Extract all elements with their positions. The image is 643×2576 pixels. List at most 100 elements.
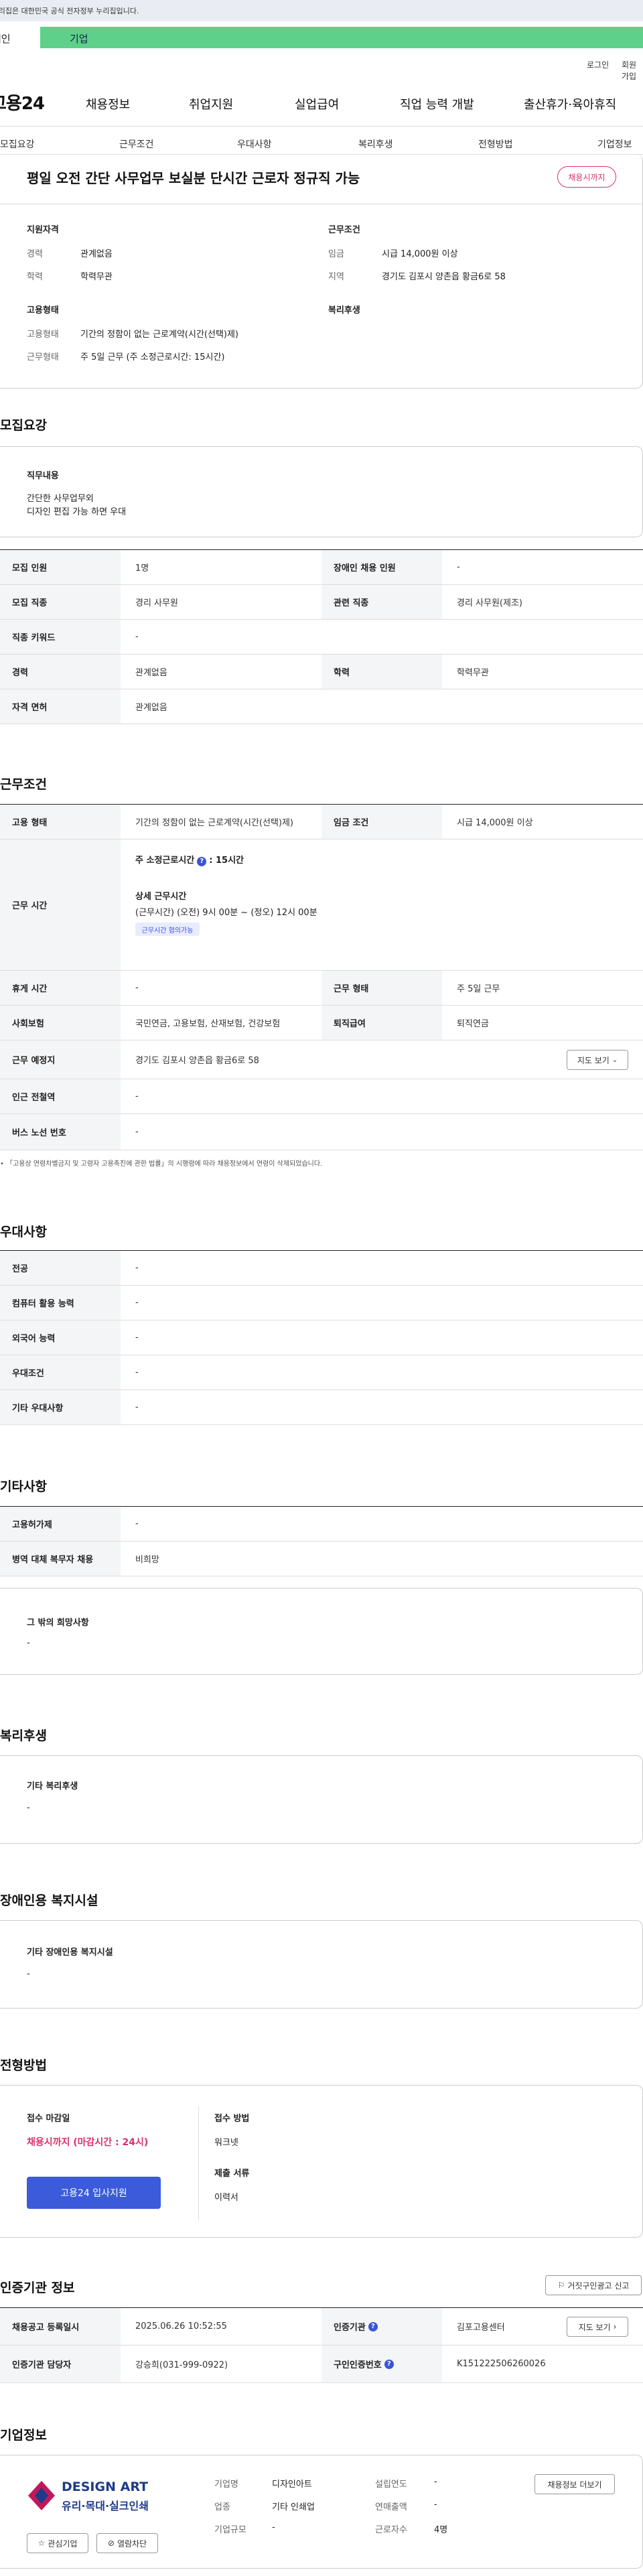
table-row: 전공 - <box>0 1251 643 1286</box>
table-row: 직종 키워드 - <box>0 620 643 655</box>
job-summary-card: 평일 오전 간단 사무업무 보실분 단시간 근로자 정규직 가능 채용시까지 지… <box>0 154 643 389</box>
table-row: 모집 인원 1명 장애인 채용 인원 - <box>0 550 643 585</box>
star-icon: ☆ <box>38 2538 46 2548</box>
cond-value: 경기도 김포시 양촌읍 황금6로 58 <box>382 272 506 282</box>
agency-num-header: 구인인증번호? <box>322 2346 442 2382</box>
consult-pill: 근무시간 협의가능 <box>135 923 200 936</box>
emp-value: 기간의 정함이 없는 근로계약(시간(선택)제) <box>80 330 239 340</box>
preferences-table: 전공 - 컴퓨터 활용 능력 - 외국어 능력 - 우대조건 - 기타 우대사항 - <box>0 1250 643 1425</box>
table-row: 우대조건 - <box>0 1355 643 1390</box>
other-wishes-card: 그 밖의 희망사항 - <box>0 1588 643 1675</box>
agency-org-header: 인증기관? <box>322 2308 442 2345</box>
tab-individual[interactable]: 개인 <box>0 27 40 48</box>
subnav-preferences[interactable]: 우대사항 <box>237 137 272 151</box>
welfare-title: 복리후생 <box>328 306 360 316</box>
deadline-value: 채용시까지 (마감시간 : 24시) <box>27 2137 149 2148</box>
company-logo-en: DESIGN ART <box>62 2480 149 2494</box>
table-row: 사회보험 국민연금, 고용보험, 산재보험, 건강보험 퇴직급여 퇴직연금 <box>0 1006 643 1040</box>
help-icon[interactable]: ? <box>384 2359 394 2369</box>
company-field-value: 디자인아트 <box>272 2480 312 2490</box>
method-value: 워크넷 <box>214 2138 238 2148</box>
login-link[interactable]: 로그인 <box>587 59 609 70</box>
company-logo: DESIGN ART 유리·목대·실크인쇄 <box>27 2477 161 2517</box>
subnav-welfare[interactable]: 복리후생 <box>358 137 393 151</box>
docs-value: 이력서 <box>214 2193 238 2203</box>
subnav-company[interactable]: 기업정보 <box>597 137 632 151</box>
company-field-value: - <box>434 2500 437 2510</box>
block-company-button[interactable]: ⊘ 열람차단 <box>96 2533 158 2553</box>
section-title-agency: 인증기관 정보 <box>0 2281 75 2295</box>
company-field-label: 기업규모 <box>214 2525 246 2535</box>
qual-value: 학력무관 <box>80 272 113 282</box>
gnb-maternity-leave[interactable]: 출산휴가·육아휴직 <box>524 95 616 113</box>
gnb-vocational-training[interactable]: 직업 능력 개발 <box>400 95 474 113</box>
subnav-screening[interactable]: 전형방법 <box>478 137 513 151</box>
company-field-label: 근로자수 <box>375 2525 407 2535</box>
qual-label: 학력 <box>27 272 43 282</box>
section-title-recruit: 모집요강 <box>0 418 47 433</box>
table-row: 인근 전철역 - <box>0 1079 643 1114</box>
table-row: 기타 우대사항 - <box>0 1390 643 1425</box>
table-row: 병역 대체 복무자 채용 비희망 <box>0 1542 643 1576</box>
company-field-label: 설립연도 <box>375 2480 407 2490</box>
section-title-welfare: 복리후생 <box>0 1728 47 1743</box>
company-field-label: 연매출액 <box>375 2502 407 2512</box>
company-field-value: - <box>272 2522 275 2532</box>
gnb-employment-support[interactable]: 취업지원 <box>189 95 233 113</box>
company-logo-icon <box>28 2481 55 2510</box>
tab-business[interactable]: 기업 <box>40 27 643 48</box>
table-row: 컴퓨터 활용 능력 - <box>0 1286 643 1320</box>
subnav-recruit[interactable]: 모집요강 <box>0 137 35 151</box>
subnav-work-conditions[interactable]: 근무조건 <box>119 137 154 151</box>
deadline-label: 접수 마감일 <box>27 2114 70 2124</box>
section-title-screening: 전형방법 <box>0 2058 47 2073</box>
gov-banner: 이 누리집은 대한민국 공식 전자정부 누리집입니다. <box>0 0 643 21</box>
other-wishes-value: - <box>27 1638 30 1648</box>
chevron-right-icon: › <box>613 2322 617 2331</box>
agency-map-button[interactable]: 지도 보기 › <box>567 2317 628 2337</box>
qual-label: 경력 <box>27 249 43 259</box>
site-logo[interactable]: 고용24 <box>0 90 45 115</box>
table-row: 경력 관계없음 학력 학력무관 <box>0 655 643 689</box>
detail-hours-value: (근무시간) (오전) 9시 00분 ~ (정오) 12시 00분 <box>135 908 317 918</box>
favorite-company-button[interactable]: ☆ 관심기업 <box>27 2533 88 2553</box>
company-field-value: 기타 인쇄업 <box>272 2502 315 2512</box>
cond-value: 시급 14,000원 이상 <box>382 249 458 259</box>
section-title-company: 기업정보 <box>0 2428 47 2443</box>
report-fake-ad-button[interactable]: ⚐ 거짓구인광고 신고 <box>545 2275 642 2295</box>
company-field-value: - <box>434 2477 437 2487</box>
megaphone-icon: ⚐ <box>557 2281 565 2290</box>
signup-link[interactable]: 회원가입 <box>622 59 643 82</box>
table-row: 모집 직종 경리 사무원 관련 직종 경리 사무원(제조) <box>0 585 643 620</box>
table-row: 인증기관 담당자 강승희(031-999-0922) 구인인증번호? K1512… <box>0 2346 643 2383</box>
company-field-label: 기업명 <box>214 2480 238 2490</box>
recruit-table: 모집 인원 1명 장애인 채용 인원 - 모집 직종 경리 사무원 관련 직종 … <box>0 549 643 724</box>
welfare-card: 기타 복리후생 - <box>0 1755 643 1844</box>
section-title-preferences: 우대사항 <box>0 1225 47 1239</box>
table-row: 자격 면허 관계없음 <box>0 689 643 724</box>
disabled-card: 기타 장애인용 복지시설 - <box>0 1920 643 2009</box>
company-logo-kr: 유리·목대·실크인쇄 <box>62 2500 149 2512</box>
job-title: 평일 오전 간단 사무업무 보실분 단시간 근로자 정규직 가능 <box>27 170 360 186</box>
help-icon[interactable]: ? <box>197 856 207 866</box>
chevron-down-icon: ⌄ <box>612 1056 618 1064</box>
docs-label: 제출 서류 <box>214 2169 250 2179</box>
detail-hours-label: 상세 근무시간 <box>135 892 187 902</box>
help-icon[interactable]: ? <box>368 2321 378 2331</box>
section-title-work: 근무조건 <box>0 777 47 792</box>
etc-table: 고용허가제 - 병역 대체 복무자 채용 비희망 <box>0 1506 643 1576</box>
divider <box>198 2106 199 2220</box>
map-button[interactable]: 지도 보기 ⌄ <box>567 1050 628 1070</box>
table-row: 근무 예정지 경기도 김포시 양촌읍 황금6로 58 지도 보기 ⌄ <box>0 1040 643 1079</box>
deadline-badge: 채용시까지 <box>557 166 616 188</box>
other-wishes-label: 그 밖의 희망사항 <box>27 1618 89 1628</box>
qual-value: 관계없음 <box>80 249 113 259</box>
table-row: 고용허가제 - <box>0 1507 643 1542</box>
age-notice: • 「고용상 연령차별금지 및 고령자 고용촉진에 관한 법률」의 시행령에 따… <box>0 1160 323 1168</box>
more-jobs-button[interactable]: 채용정보 더보기 <box>534 2474 615 2494</box>
weekly-hours: 주 소정근로시간?: 15시간 <box>135 856 244 866</box>
table-row: 외국어 능력 - <box>0 1320 643 1355</box>
gnb-jobs[interactable]: 채용정보 <box>86 95 130 113</box>
gnb-unemployment-benefit[interactable]: 실업급여 <box>295 95 339 113</box>
apply-button[interactable]: 고용24 입사지원 <box>27 2177 161 2209</box>
